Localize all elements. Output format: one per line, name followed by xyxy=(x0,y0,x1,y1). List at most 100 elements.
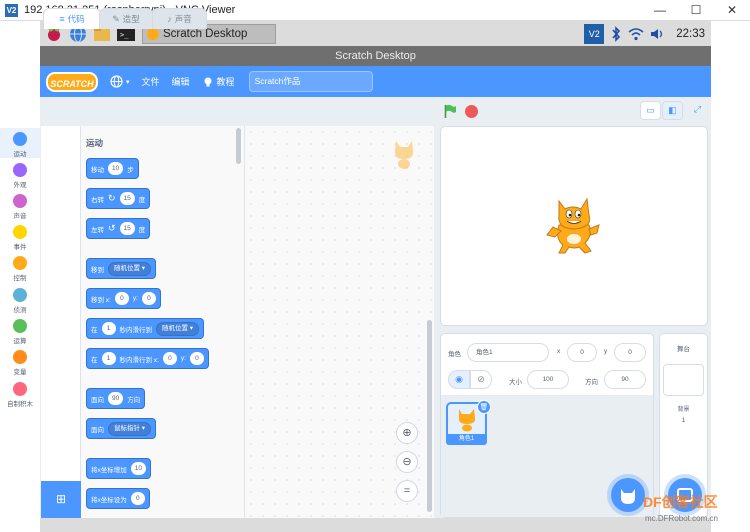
sprite-name-input[interactable]: 角色1 xyxy=(467,343,549,362)
cat-face-icon xyxy=(621,489,635,504)
code-icon: ≡ xyxy=(59,14,65,24)
bluetooth-icon[interactable] xyxy=(610,25,622,42)
block-point-towards[interactable]: 面向 鼠标指针 ▾ xyxy=(86,418,157,439)
category-looks[interactable]: 外观 xyxy=(0,163,40,189)
target-dropdown[interactable]: 鼠标指针 ▾ xyxy=(108,421,152,436)
tab-sounds-label: 声音 xyxy=(174,14,192,24)
large-stage-button[interactable]: ◧ xyxy=(662,101,683,120)
edit-menu[interactable]: 编辑 xyxy=(172,75,190,88)
tutorials-menu[interactable]: 教程 xyxy=(202,75,235,88)
degrees-input[interactable]: 15 xyxy=(119,192,135,205)
seconds-input[interactable]: 1 xyxy=(101,352,116,365)
show-sprite-button[interactable]: ◉ xyxy=(448,370,470,389)
scratch-logo[interactable]: SCRATCH xyxy=(46,71,98,92)
operators-dot-icon xyxy=(13,319,27,333)
category-motion[interactable]: 运动 xyxy=(0,128,40,158)
language-menu[interactable]: ▾ xyxy=(110,75,130,88)
maximize-button[interactable]: ☐ xyxy=(678,0,714,21)
category-control[interactable]: 控制 xyxy=(0,256,40,282)
target-dropdown[interactable]: 随机位置 ▾ xyxy=(156,321,200,336)
x-input[interactable]: 0 xyxy=(114,292,129,305)
hide-sprite-button[interactable]: ⊘ xyxy=(470,370,492,389)
y-position-input[interactable]: 0 xyxy=(614,343,646,362)
fullscreen-button[interactable]: ⤢ xyxy=(687,101,708,120)
direction-input[interactable]: 90 xyxy=(108,392,124,405)
size-label: 大小 xyxy=(509,379,522,386)
scratch-window-title: Scratch Desktop xyxy=(40,46,711,66)
remote-bottom-strip xyxy=(40,518,711,532)
block-go-to-xy[interactable]: 移到 x: 0 y: 0 xyxy=(86,288,161,309)
add-extension-button[interactable]: ⊞ xyxy=(41,481,81,518)
y-input[interactable]: 0 xyxy=(189,352,204,365)
delete-sprite-icon[interactable]: 🗑 xyxy=(477,400,491,414)
host-desktop-right xyxy=(711,21,750,532)
events-dot-icon xyxy=(13,225,27,239)
steps-input[interactable]: 10 xyxy=(108,162,124,175)
block-text: 步 xyxy=(127,166,134,174)
block-change-x[interactable]: 将x坐标增加 10 xyxy=(86,458,151,479)
add-sprite-button[interactable] xyxy=(611,478,645,512)
block-turn-right[interactable]: 右转 ↻ 15 度 xyxy=(86,188,151,209)
category-sound[interactable]: 声音 xyxy=(0,194,40,220)
tab-costumes-label: 造型 xyxy=(122,14,140,24)
y-input[interactable]: 0 xyxy=(141,292,156,305)
palette-scrollbar[interactable] xyxy=(236,128,241,164)
block-text: 秒内滑行到 x: xyxy=(119,356,159,364)
block-glide-to[interactable]: 在 1 秒内滑行到 随机位置 ▾ xyxy=(86,318,205,339)
x-set-input[interactable]: 0 xyxy=(130,492,145,505)
block-go-to[interactable]: 移到 随机位置 ▾ xyxy=(86,258,157,279)
x-change-input[interactable]: 10 xyxy=(130,462,146,475)
volume-icon[interactable] xyxy=(650,27,666,41)
block-text: 秒内滑行到 xyxy=(119,326,153,334)
close-button[interactable]: ✕ xyxy=(714,0,750,21)
stage-thumbnail[interactable] xyxy=(663,364,704,396)
brush-icon: ✎ xyxy=(112,13,120,24)
category-label: 声音 xyxy=(13,213,27,220)
green-flag-icon[interactable] xyxy=(444,104,456,118)
small-stage-button[interactable]: ▭ xyxy=(640,101,661,120)
block-glide-to-xy[interactable]: 在 1 秒内滑行到 x: 0 y: 0 xyxy=(86,348,209,369)
scratch-cat-sprite[interactable] xyxy=(545,195,601,257)
degrees-input[interactable]: 15 xyxy=(119,222,135,235)
category-variables[interactable]: 变量 xyxy=(0,350,40,376)
wifi-icon[interactable] xyxy=(628,27,644,41)
clock: 22:33 xyxy=(676,27,705,40)
category-label: 自制积木 xyxy=(7,401,33,408)
block-point-in-direction[interactable]: 面向 90 方向 xyxy=(86,388,146,409)
file-menu[interactable]: 文件 xyxy=(142,75,160,88)
x-position-input[interactable]: 0 xyxy=(567,343,597,362)
category-my-blocks[interactable]: 自制积木 xyxy=(0,382,40,408)
block-move-steps[interactable]: 移动 10 步 xyxy=(86,158,139,179)
block-set-x[interactable]: 将x坐标设为 0 xyxy=(86,488,150,509)
category-label: 变量 xyxy=(13,369,27,376)
sprite-thumb-label: 角色1 xyxy=(446,434,487,445)
block-text: 方向 xyxy=(127,396,141,404)
category-events[interactable]: 事件 xyxy=(0,225,40,251)
seconds-input[interactable]: 1 xyxy=(101,322,116,335)
block-turn-left[interactable]: 左转 ↺ 15 度 xyxy=(86,218,151,239)
zoom-in-button[interactable]: ⊕ xyxy=(396,422,418,444)
palette-heading: 运动 xyxy=(86,138,104,148)
vnc-tray-icon[interactable]: V2 xyxy=(584,23,605,44)
direction-input[interactable]: 90 xyxy=(604,370,646,389)
project-title-input[interactable]: Scratch作品 xyxy=(248,71,373,92)
target-dropdown[interactable]: 随机位置 ▾ xyxy=(108,261,152,276)
zoom-out-button[interactable]: ⊖ xyxy=(396,451,418,473)
globe-icon xyxy=(110,75,123,88)
stop-button[interactable] xyxy=(465,105,478,118)
category-label: 外观 xyxy=(13,182,27,189)
category-operators[interactable]: 运算 xyxy=(0,319,40,345)
zoom-reset-button[interactable]: = xyxy=(396,480,418,502)
tab-costumes[interactable]: ✎ 造型 xyxy=(99,8,153,29)
scripts-scrollbar[interactable] xyxy=(427,320,432,512)
size-input[interactable]: 100 xyxy=(527,370,569,389)
category-sensing[interactable]: 侦测 xyxy=(0,288,40,314)
chevron-down-icon: ▾ xyxy=(126,78,130,86)
sprite-name-label: 角色 xyxy=(448,351,461,358)
minimize-button[interactable]: — xyxy=(642,0,678,21)
taskbar-task-label: Scratch Desktop xyxy=(163,27,248,40)
dropdown-value: 鼠标指针 xyxy=(114,424,140,432)
x-input[interactable]: 0 xyxy=(162,352,177,365)
tab-sounds[interactable]: ♪ 声音 xyxy=(152,8,207,29)
tab-code[interactable]: ≡ 代码 xyxy=(43,8,101,29)
